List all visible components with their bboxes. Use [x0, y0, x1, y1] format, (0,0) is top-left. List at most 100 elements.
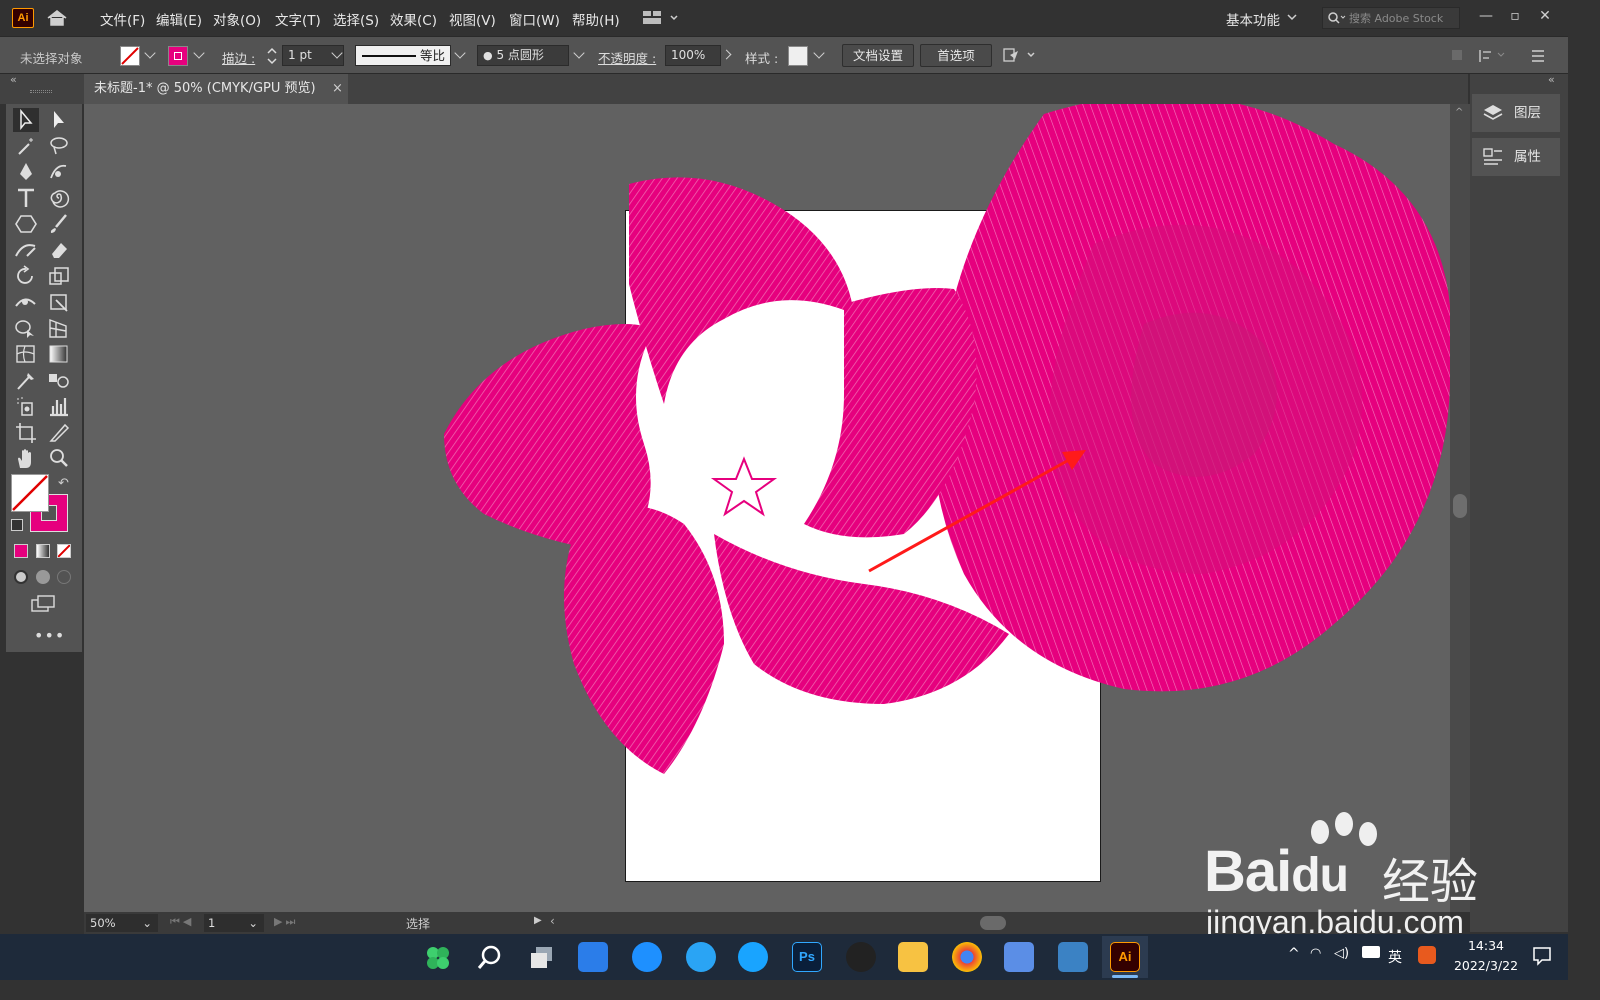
- draw-inside-icon[interactable]: [57, 570, 71, 584]
- volume-icon[interactable]: ◁): [1334, 946, 1349, 961]
- menu-select[interactable]: 选择(S): [333, 9, 379, 29]
- menu-help[interactable]: 帮助(H): [572, 9, 620, 29]
- menu-type[interactable]: 文字(T): [275, 9, 321, 29]
- lasso-tool-icon[interactable]: [46, 134, 72, 158]
- scroll-up-icon[interactable]: ^: [1455, 107, 1463, 118]
- close-window-icon[interactable]: ✕: [1533, 4, 1557, 28]
- stroke-swatch[interactable]: [168, 46, 188, 66]
- edit-toolbar-icon[interactable]: •••: [34, 626, 65, 645]
- selection-tool-icon[interactable]: [13, 108, 39, 132]
- artboard-number-field[interactable]: 1 ⌄: [204, 914, 264, 932]
- widgets-icon[interactable]: [578, 942, 608, 972]
- scroll-left-icon[interactable]: ‹: [550, 914, 555, 928]
- rotate-tool-icon[interactable]: [13, 264, 39, 288]
- vpn-app-icon[interactable]: [1058, 942, 1088, 972]
- sogou-ime-icon[interactable]: [1418, 946, 1436, 964]
- menu-view[interactable]: 视图(V): [449, 9, 496, 29]
- document-setup-button[interactable]: 文档设置: [842, 44, 914, 67]
- shaper-tool-icon[interactable]: [13, 238, 39, 262]
- shape-builder-tool-icon[interactable]: [13, 316, 39, 340]
- hand-tool-icon[interactable]: [13, 446, 39, 470]
- status-menu-icon[interactable]: ▶: [534, 915, 542, 926]
- preferences-button[interactable]: 首选项: [920, 44, 992, 67]
- paintbrush-tool-icon[interactable]: [46, 212, 72, 236]
- magic-wand-tool-icon[interactable]: [13, 134, 39, 158]
- screen-mode-icon[interactable]: [30, 594, 58, 614]
- curvature-tool-icon[interactable]: [46, 160, 72, 184]
- brush-definition[interactable]: ● 5 点圆形: [477, 45, 569, 66]
- fill-dropdown-icon[interactable]: [144, 47, 156, 59]
- panel-options-icons[interactable]: [1450, 47, 1560, 65]
- canvas-area[interactable]: [84, 104, 1450, 912]
- quick-actions-icon[interactable]: [1002, 47, 1042, 65]
- stroke-label[interactable]: 描边 :: [222, 48, 255, 67]
- collapse-toolbar-icon[interactable]: «: [10, 73, 17, 86]
- qq-icon[interactable]: [846, 942, 876, 972]
- graphic-style-swatch[interactable]: [788, 46, 808, 66]
- current-tool-status[interactable]: 选择: [406, 915, 430, 932]
- perspective-grid-tool-icon[interactable]: [46, 316, 72, 340]
- artboard-nav-next-icons[interactable]: ▶⏭: [274, 915, 298, 929]
- battery-icon[interactable]: [1362, 946, 1380, 958]
- draw-normal-icon[interactable]: [14, 570, 28, 584]
- file-explorer-icon[interactable]: [898, 942, 928, 972]
- type-tool-icon[interactable]: [13, 186, 39, 210]
- eraser-tool-icon[interactable]: [46, 238, 72, 262]
- menu-window[interactable]: 窗口(W): [509, 9, 560, 29]
- home-icon[interactable]: [46, 9, 68, 27]
- polygon-tool-icon[interactable]: [13, 212, 39, 236]
- fill-color-indicator[interactable]: [11, 474, 49, 512]
- maximize-icon[interactable]: ▫: [1503, 4, 1527, 28]
- chrome-icon[interactable]: [952, 942, 982, 972]
- horizontal-scrollbar-thumb[interactable]: [980, 916, 1006, 930]
- opacity-expand-icon[interactable]: [721, 49, 732, 60]
- menu-file[interactable]: 文件(F): [100, 9, 145, 29]
- artwork[interactable]: [84, 104, 1450, 912]
- direct-selection-tool-icon[interactable]: [46, 108, 72, 132]
- properties-panel-button[interactable]: 属性: [1472, 138, 1560, 176]
- opacity-field[interactable]: 100%: [665, 45, 721, 66]
- scrollbar-thumb[interactable]: [1453, 494, 1467, 518]
- task-view-icon[interactable]: [528, 944, 556, 972]
- notepad-icon[interactable]: [1004, 942, 1034, 972]
- artboard-nav-prev-icons[interactable]: ⏮◀: [170, 915, 194, 929]
- photoshop-icon[interactable]: Ps: [792, 942, 822, 972]
- stepper-icon[interactable]: [266, 46, 278, 66]
- zoom-tool-icon[interactable]: [46, 446, 72, 470]
- blend-tool-icon[interactable]: [46, 368, 72, 392]
- mesh-tool-icon[interactable]: [13, 342, 39, 366]
- profile-dropdown-icon[interactable]: [454, 47, 466, 59]
- width-tool-icon[interactable]: [13, 290, 39, 314]
- symbol-sprayer-tool-icon[interactable]: [13, 394, 39, 418]
- stock-search-input[interactable]: 搜索 Adobe Stock: [1322, 7, 1460, 29]
- clock-date[interactable]: 2022/3/22: [1450, 958, 1522, 973]
- spiral-hatched-flower[interactable]: [444, 177, 1009, 774]
- free-transform-tool-icon[interactable]: [46, 290, 72, 314]
- start-menu-icon[interactable]: [424, 944, 452, 972]
- stroke-dropdown-icon[interactable]: [193, 47, 205, 59]
- default-colors-icon[interactable]: [11, 519, 23, 531]
- menu-edit[interactable]: 编辑(E): [156, 9, 202, 29]
- feishu-icon[interactable]: [686, 942, 716, 972]
- eyedropper-tool-icon[interactable]: [13, 368, 39, 392]
- swap-fill-stroke-icon[interactable]: ↶: [58, 476, 69, 491]
- notification-center-icon[interactable]: [1532, 946, 1552, 966]
- menu-effect[interactable]: 效果(C): [390, 9, 437, 29]
- wifi-icon[interactable]: ◠: [1310, 946, 1321, 961]
- column-graph-tool-icon[interactable]: [46, 394, 72, 418]
- zoom-level-field[interactable]: 50% ⌄: [86, 914, 158, 932]
- close-tab-icon[interactable]: ×: [332, 74, 343, 104]
- draw-behind-icon[interactable]: [36, 570, 50, 584]
- search-icon[interactable]: [476, 944, 504, 972]
- minimize-icon[interactable]: —: [1474, 4, 1498, 28]
- fill-swatch[interactable]: [120, 46, 140, 66]
- tray-expand-icon[interactable]: ^: [1288, 946, 1300, 962]
- spiral-tool-icon[interactable]: [46, 186, 72, 210]
- variable-width-profile[interactable]: 等比: [355, 45, 451, 66]
- none-mode-icon[interactable]: [57, 544, 71, 558]
- illustrator-taskbar-item[interactable]: Ai: [1102, 936, 1148, 978]
- workspace-switcher[interactable]: 基本功能: [1226, 9, 1280, 29]
- edge-browser-icon[interactable]: [632, 942, 662, 972]
- menu-object[interactable]: 对象(O): [213, 9, 261, 29]
- layers-panel-button[interactable]: 图层: [1472, 94, 1560, 132]
